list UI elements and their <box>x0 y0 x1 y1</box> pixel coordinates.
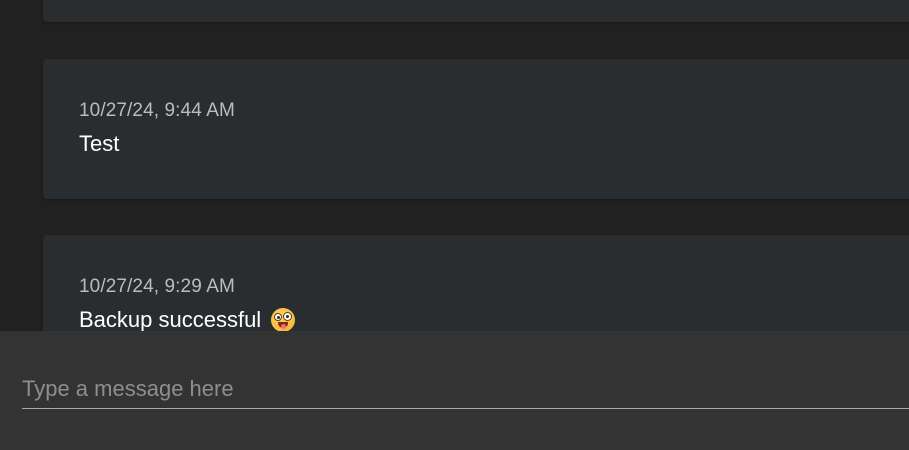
message-card: 10/27/24, 9:29 AM Backup successful <box>43 235 909 331</box>
message-input[interactable] <box>22 375 909 409</box>
zany-face-emoji-icon <box>271 308 296 331</box>
message-timestamp: 10/27/24, 9:29 AM <box>79 276 235 297</box>
message-timestamp: 10/27/24, 9:44 AM <box>79 100 235 121</box>
message-text: Test <box>79 131 120 156</box>
message-body: Backup successful <box>79 307 296 331</box>
message-body: Test <box>79 131 119 157</box>
message-feed: 10/27/24, 9:44 AM Test 10/27/24, 9:29 AM… <box>0 0 909 331</box>
message-composer <box>0 331 909 450</box>
message-text: Backup successful <box>79 307 262 331</box>
message-card-partial <box>43 0 909 22</box>
message-card: 10/27/24, 9:44 AM Test <box>43 59 909 199</box>
